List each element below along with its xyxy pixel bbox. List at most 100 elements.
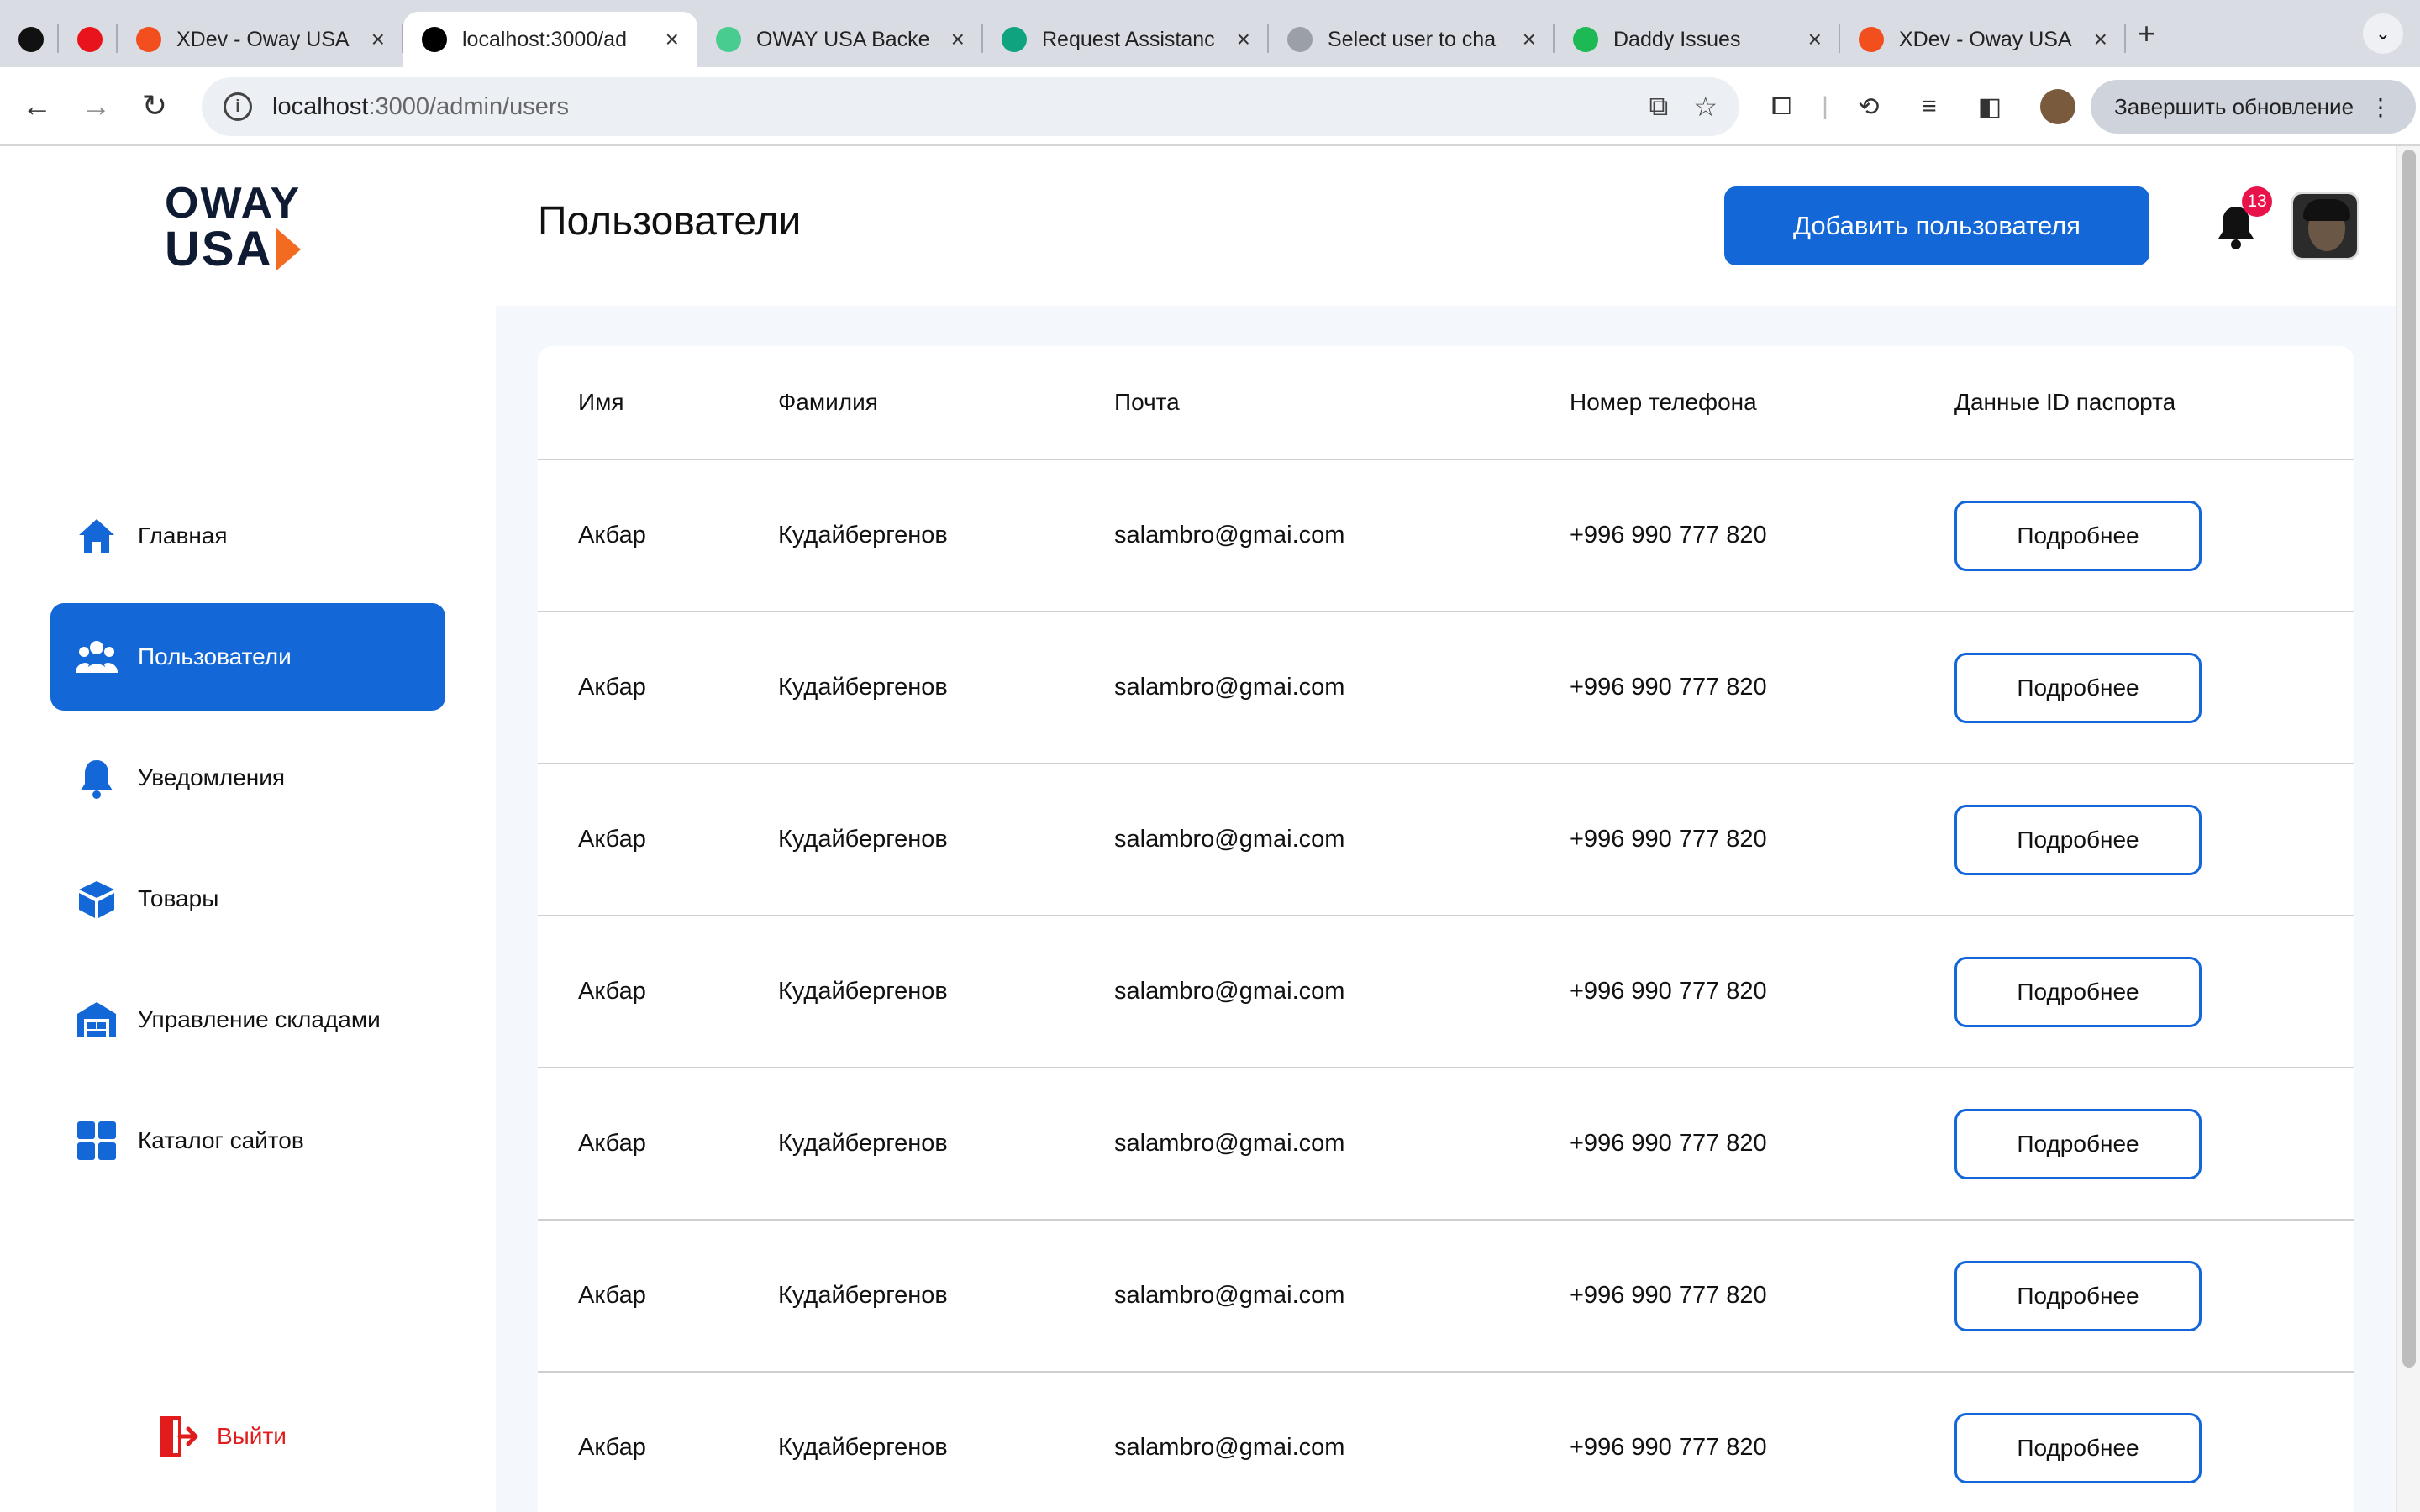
sidebar-item-label: Пользователи <box>138 643 292 669</box>
details-button[interactable]: Подробнее <box>1954 1108 2202 1179</box>
oway-usa-logo[interactable]: OWAY USA <box>165 181 341 274</box>
cell-last-name: Кудайбергенов <box>778 522 948 549</box>
spotify-icon <box>1573 27 1598 52</box>
notifications-badge: 13 <box>2242 186 2272 217</box>
toolbar-divider: | <box>1822 92 1828 120</box>
users-icon <box>76 636 118 678</box>
tab-search-chevron-icon[interactable]: ⌄ <box>2363 13 2403 54</box>
cell-last-name: Кудайбергенов <box>778 1434 948 1461</box>
sidebar-item-users[interactable]: Пользователи <box>50 603 445 711</box>
box-icon <box>76 878 118 920</box>
browser-tab[interactable]: Select user to cha × <box>1269 13 1555 66</box>
sidebar-item-home[interactable]: Главная <box>50 482 445 590</box>
cell-first-name: Акбар <box>578 1434 646 1461</box>
sidebar-item-label: Товары <box>138 885 219 911</box>
details-button[interactable]: Подробнее <box>1954 1260 2202 1331</box>
browser-tab[interactable]: Daddy Issues × <box>1555 13 1840 66</box>
browser-tab[interactable]: OWAY USA Backe × <box>697 13 983 66</box>
sidebar-item-box[interactable]: Товары <box>50 845 445 953</box>
cell-email: salambro@gmai.com <box>1114 1130 1345 1157</box>
cell-phone: +996 990 777 820 <box>1570 826 1767 853</box>
media-queue-icon[interactable]: ≡ <box>1904 81 1954 132</box>
sidebar-item-label: Управление складами <box>138 1006 381 1032</box>
scrollbar-thumb[interactable] <box>2402 150 2416 1368</box>
sidebar-item-warehouse[interactable]: Управление складами <box>50 966 445 1074</box>
url-text[interactable]: localhost:3000/admin/users <box>272 93 1623 121</box>
tab-title: Request Assistanc <box>1042 27 1215 51</box>
cell-last-name: Кудайбергенов <box>778 1282 948 1309</box>
reload-icon[interactable]: ↻ <box>131 82 178 129</box>
forward-arrow-icon[interactable]: → <box>72 82 119 129</box>
table-row: Акбар Кудайбергенов salambro@gmai.com +996 … <box>538 764 2354 916</box>
table-row: Акбар Кудайбергенов salambro@gmai.com +996 … <box>538 1221 2354 1373</box>
sidebar-item-bell[interactable]: Уведомления <box>50 724 445 832</box>
cell-first-name: Акбар <box>578 826 646 853</box>
warehouse-icon <box>76 999 118 1041</box>
globe-icon <box>1287 27 1313 52</box>
logo-arrow-icon <box>276 228 302 271</box>
details-button[interactable]: Подробнее <box>1954 652 2202 723</box>
tab-close-icon[interactable]: × <box>2094 26 2107 53</box>
browser-tab[interactable] <box>59 13 118 66</box>
browser-tab[interactable]: XDev - Oway USA × <box>118 13 403 66</box>
details-button[interactable]: Подробнее <box>1954 1412 2202 1483</box>
open-external-icon[interactable]: ⧉ <box>1649 91 1668 123</box>
cell-phone: +996 990 777 820 <box>1570 1282 1767 1309</box>
finish-update-button[interactable]: Завершить обновление ⋮ <box>2091 80 2417 134</box>
avatar-hair <box>2303 199 2350 221</box>
sidebar-item-label: Каталог сайтов <box>138 1127 304 1153</box>
details-button[interactable]: Подробнее <box>1954 804 2202 875</box>
tab-close-icon[interactable]: × <box>1237 26 1250 53</box>
tab-title: XDev - Oway USA <box>1899 27 2072 51</box>
table-row: Акбар Кудайбергенов salambro@gmai.com +996 … <box>538 1068 2354 1221</box>
browser-tab-strip: XDev - Oway USA × localhost:3000/ad × OWAY U… <box>0 0 2420 67</box>
tab-title: Select user to cha <box>1328 27 1497 51</box>
address-bar[interactable]: i localhost:3000/admin/users ⧉ ☆ <box>202 77 1739 136</box>
cell-last-name: Кудайбергенов <box>778 826 948 853</box>
bell-icon <box>76 757 118 799</box>
cell-phone: +996 990 777 820 <box>1570 1434 1767 1461</box>
tab-close-icon[interactable]: × <box>666 26 679 53</box>
cell-phone: +996 990 777 820 <box>1570 522 1767 549</box>
details-button[interactable]: Подробнее <box>1954 500 2202 571</box>
browser-toolbar: ← → ↻ i localhost:3000/admin/users ⧉ ☆ ⧠… <box>0 67 2420 146</box>
page-title: Пользователи <box>538 199 802 244</box>
side-panel-icon[interactable]: ◧ <box>1965 81 2015 132</box>
sidebar-item-grid[interactable]: Каталог сайтов <box>50 1087 445 1194</box>
logout-button[interactable]: Выйти <box>158 1413 287 1460</box>
logo-line1: OWAY <box>165 179 302 228</box>
site-info-icon[interactable]: i <box>224 92 252 121</box>
chatgpt-icon <box>1002 27 1027 52</box>
browser-tab[interactable] <box>0 13 59 66</box>
extension-icon[interactable]: ⟲ <box>1844 81 1894 132</box>
tab-close-icon[interactable]: × <box>1808 26 1822 53</box>
cell-phone: +996 990 777 820 <box>1570 674 1767 701</box>
cell-first-name: Акбар <box>578 1282 646 1309</box>
tab-close-icon[interactable]: × <box>371 26 385 53</box>
browser-tab[interactable]: Request Assistanc × <box>983 13 1269 66</box>
page-scrollbar[interactable] <box>2396 146 2420 1512</box>
table-row: Акбар Кудайбергенов salambro@gmai.com +996 … <box>538 1373 2354 1512</box>
grid-icon <box>76 1120 118 1162</box>
extensions-puzzle-icon[interactable]: ⧠ <box>1756 81 1807 132</box>
tab-title: Daddy Issues <box>1613 27 1741 51</box>
details-button[interactable]: Подробнее <box>1954 956 2202 1027</box>
user-avatar[interactable] <box>2291 192 2360 260</box>
profile-avatar[interactable] <box>2040 89 2075 124</box>
kebab-menu-icon[interactable]: ⋮ <box>2369 93 2392 121</box>
new-tab-button[interactable]: + <box>2138 16 2155 51</box>
swagger-icon <box>716 27 741 52</box>
browser-tab[interactable]: localhost:3000/ad × <box>403 12 697 67</box>
cell-last-name: Кудайбергенов <box>778 978 948 1005</box>
cell-first-name: Акбар <box>578 978 646 1005</box>
add-user-button[interactable]: Добавить пользователя <box>1724 186 2149 265</box>
back-arrow-icon[interactable]: ← <box>13 82 60 129</box>
browser-tab[interactable]: XDev - Oway USA × <box>1840 13 2126 66</box>
tab-close-icon[interactable]: × <box>951 26 965 53</box>
cell-email: salambro@gmai.com <box>1114 522 1345 549</box>
cell-first-name: Акбар <box>578 1130 646 1157</box>
cell-phone: +996 990 777 820 <box>1570 978 1767 1005</box>
tab-close-icon[interactable]: × <box>1523 26 1536 53</box>
home-icon <box>76 515 118 557</box>
bookmark-star-icon[interactable]: ☆ <box>1693 91 1718 123</box>
